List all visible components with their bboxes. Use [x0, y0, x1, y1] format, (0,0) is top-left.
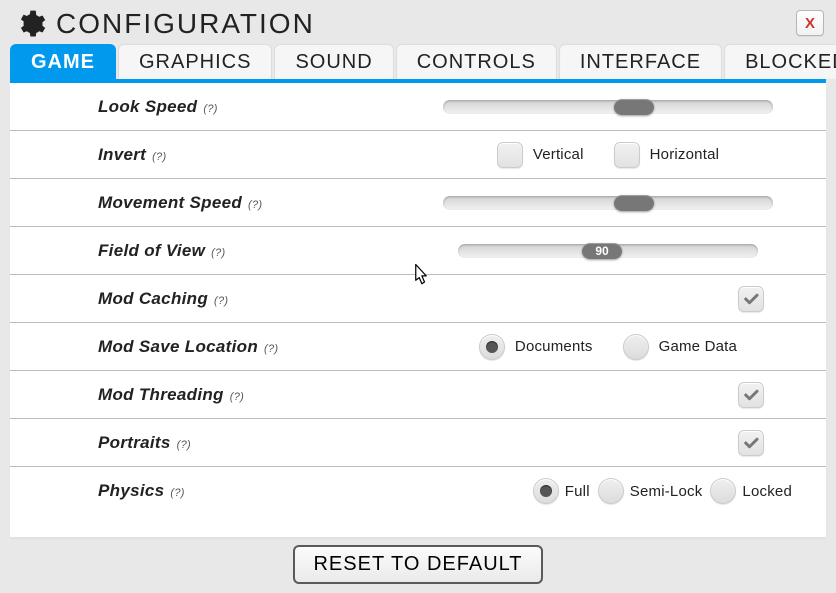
row-mod-caching: Mod Caching (?)	[10, 275, 826, 323]
look-speed-slider[interactable]	[443, 100, 773, 114]
portraits-checkbox[interactable]	[738, 430, 764, 456]
tab-blocked[interactable]: BLOCKED	[724, 44, 836, 79]
slider-thumb[interactable]	[614, 99, 654, 115]
fov-slider[interactable]: 90	[458, 244, 758, 258]
settings-panel: Look Speed (?) Invert (?) Vertical Horiz…	[10, 83, 826, 537]
mod-save-gamedata-label: Game Data	[659, 338, 738, 355]
check-icon	[742, 434, 760, 452]
page-title: CONFIGURATION	[56, 8, 315, 40]
tab-sound[interactable]: SOUND	[274, 44, 393, 79]
row-invert: Invert (?) Vertical Horizontal	[10, 131, 826, 179]
fov-label: Field of View	[98, 241, 205, 261]
portraits-label: Portraits	[98, 433, 171, 453]
gear-icon	[14, 8, 46, 40]
invert-vertical-label: Vertical	[533, 146, 584, 163]
row-portraits: Portraits (?)	[10, 419, 826, 467]
tab-interface[interactable]: INTERFACE	[559, 44, 722, 79]
invert-vertical-checkbox[interactable]	[497, 142, 523, 168]
slider-thumb[interactable]	[614, 195, 654, 211]
check-icon	[742, 386, 760, 404]
mod-caching-label: Mod Caching	[98, 289, 208, 309]
look-speed-label: Look Speed	[98, 97, 197, 117]
tab-graphics[interactable]: GRAPHICS	[118, 44, 272, 79]
movement-speed-slider[interactable]	[443, 196, 773, 210]
help-icon[interactable]: (?)	[177, 439, 191, 451]
physics-locked-radio[interactable]	[710, 478, 736, 504]
mod-save-label: Mod Save Location	[98, 337, 258, 357]
help-icon[interactable]: (?)	[230, 391, 244, 403]
row-physics: Physics (?) Full Semi-Lock Locked	[10, 467, 826, 515]
mod-save-documents-radio[interactable]	[479, 334, 505, 360]
mod-save-gamedata-radio[interactable]	[623, 334, 649, 360]
help-icon[interactable]: (?)	[214, 295, 228, 307]
help-icon[interactable]: (?)	[203, 103, 217, 115]
row-movement-speed: Movement Speed (?)	[10, 179, 826, 227]
mod-caching-checkbox[interactable]	[738, 286, 764, 312]
row-mod-threading: Mod Threading (?)	[10, 371, 826, 419]
help-icon[interactable]: (?)	[152, 151, 166, 163]
mod-save-documents-label: Documents	[515, 338, 593, 355]
mod-threading-checkbox[interactable]	[738, 382, 764, 408]
help-icon[interactable]: (?)	[264, 343, 278, 355]
row-mod-save-location: Mod Save Location (?) Documents Game Dat…	[10, 323, 826, 371]
physics-full-label: Full	[565, 483, 590, 500]
mod-threading-label: Mod Threading	[98, 385, 224, 405]
header: CONFIGURATION X	[0, 0, 836, 44]
row-look-speed: Look Speed (?)	[10, 83, 826, 131]
check-icon	[742, 290, 760, 308]
physics-semilock-label: Semi-Lock	[630, 483, 703, 500]
tab-controls[interactable]: CONTROLS	[396, 44, 557, 79]
tabs: GAME GRAPHICS SOUND CONTROLS INTERFACE B…	[0, 44, 836, 79]
close-button[interactable]: X	[796, 10, 824, 36]
invert-horizontal-label: Horizontal	[650, 146, 720, 163]
invert-label: Invert	[98, 145, 146, 165]
invert-horizontal-checkbox[interactable]	[614, 142, 640, 168]
help-icon[interactable]: (?)	[170, 487, 184, 499]
row-fov: Field of View (?) 90	[10, 227, 826, 275]
physics-full-radio[interactable]	[533, 478, 559, 504]
reset-to-default-button[interactable]: RESET TO DEFAULT	[293, 545, 542, 584]
physics-semilock-radio[interactable]	[598, 478, 624, 504]
help-icon[interactable]: (?)	[248, 199, 262, 211]
tab-game[interactable]: GAME	[10, 44, 116, 79]
slider-thumb[interactable]: 90	[582, 243, 622, 259]
physics-label: Physics	[98, 481, 164, 501]
help-icon[interactable]: (?)	[211, 247, 225, 259]
physics-locked-label: Locked	[742, 483, 792, 500]
movement-speed-label: Movement Speed	[98, 193, 242, 213]
